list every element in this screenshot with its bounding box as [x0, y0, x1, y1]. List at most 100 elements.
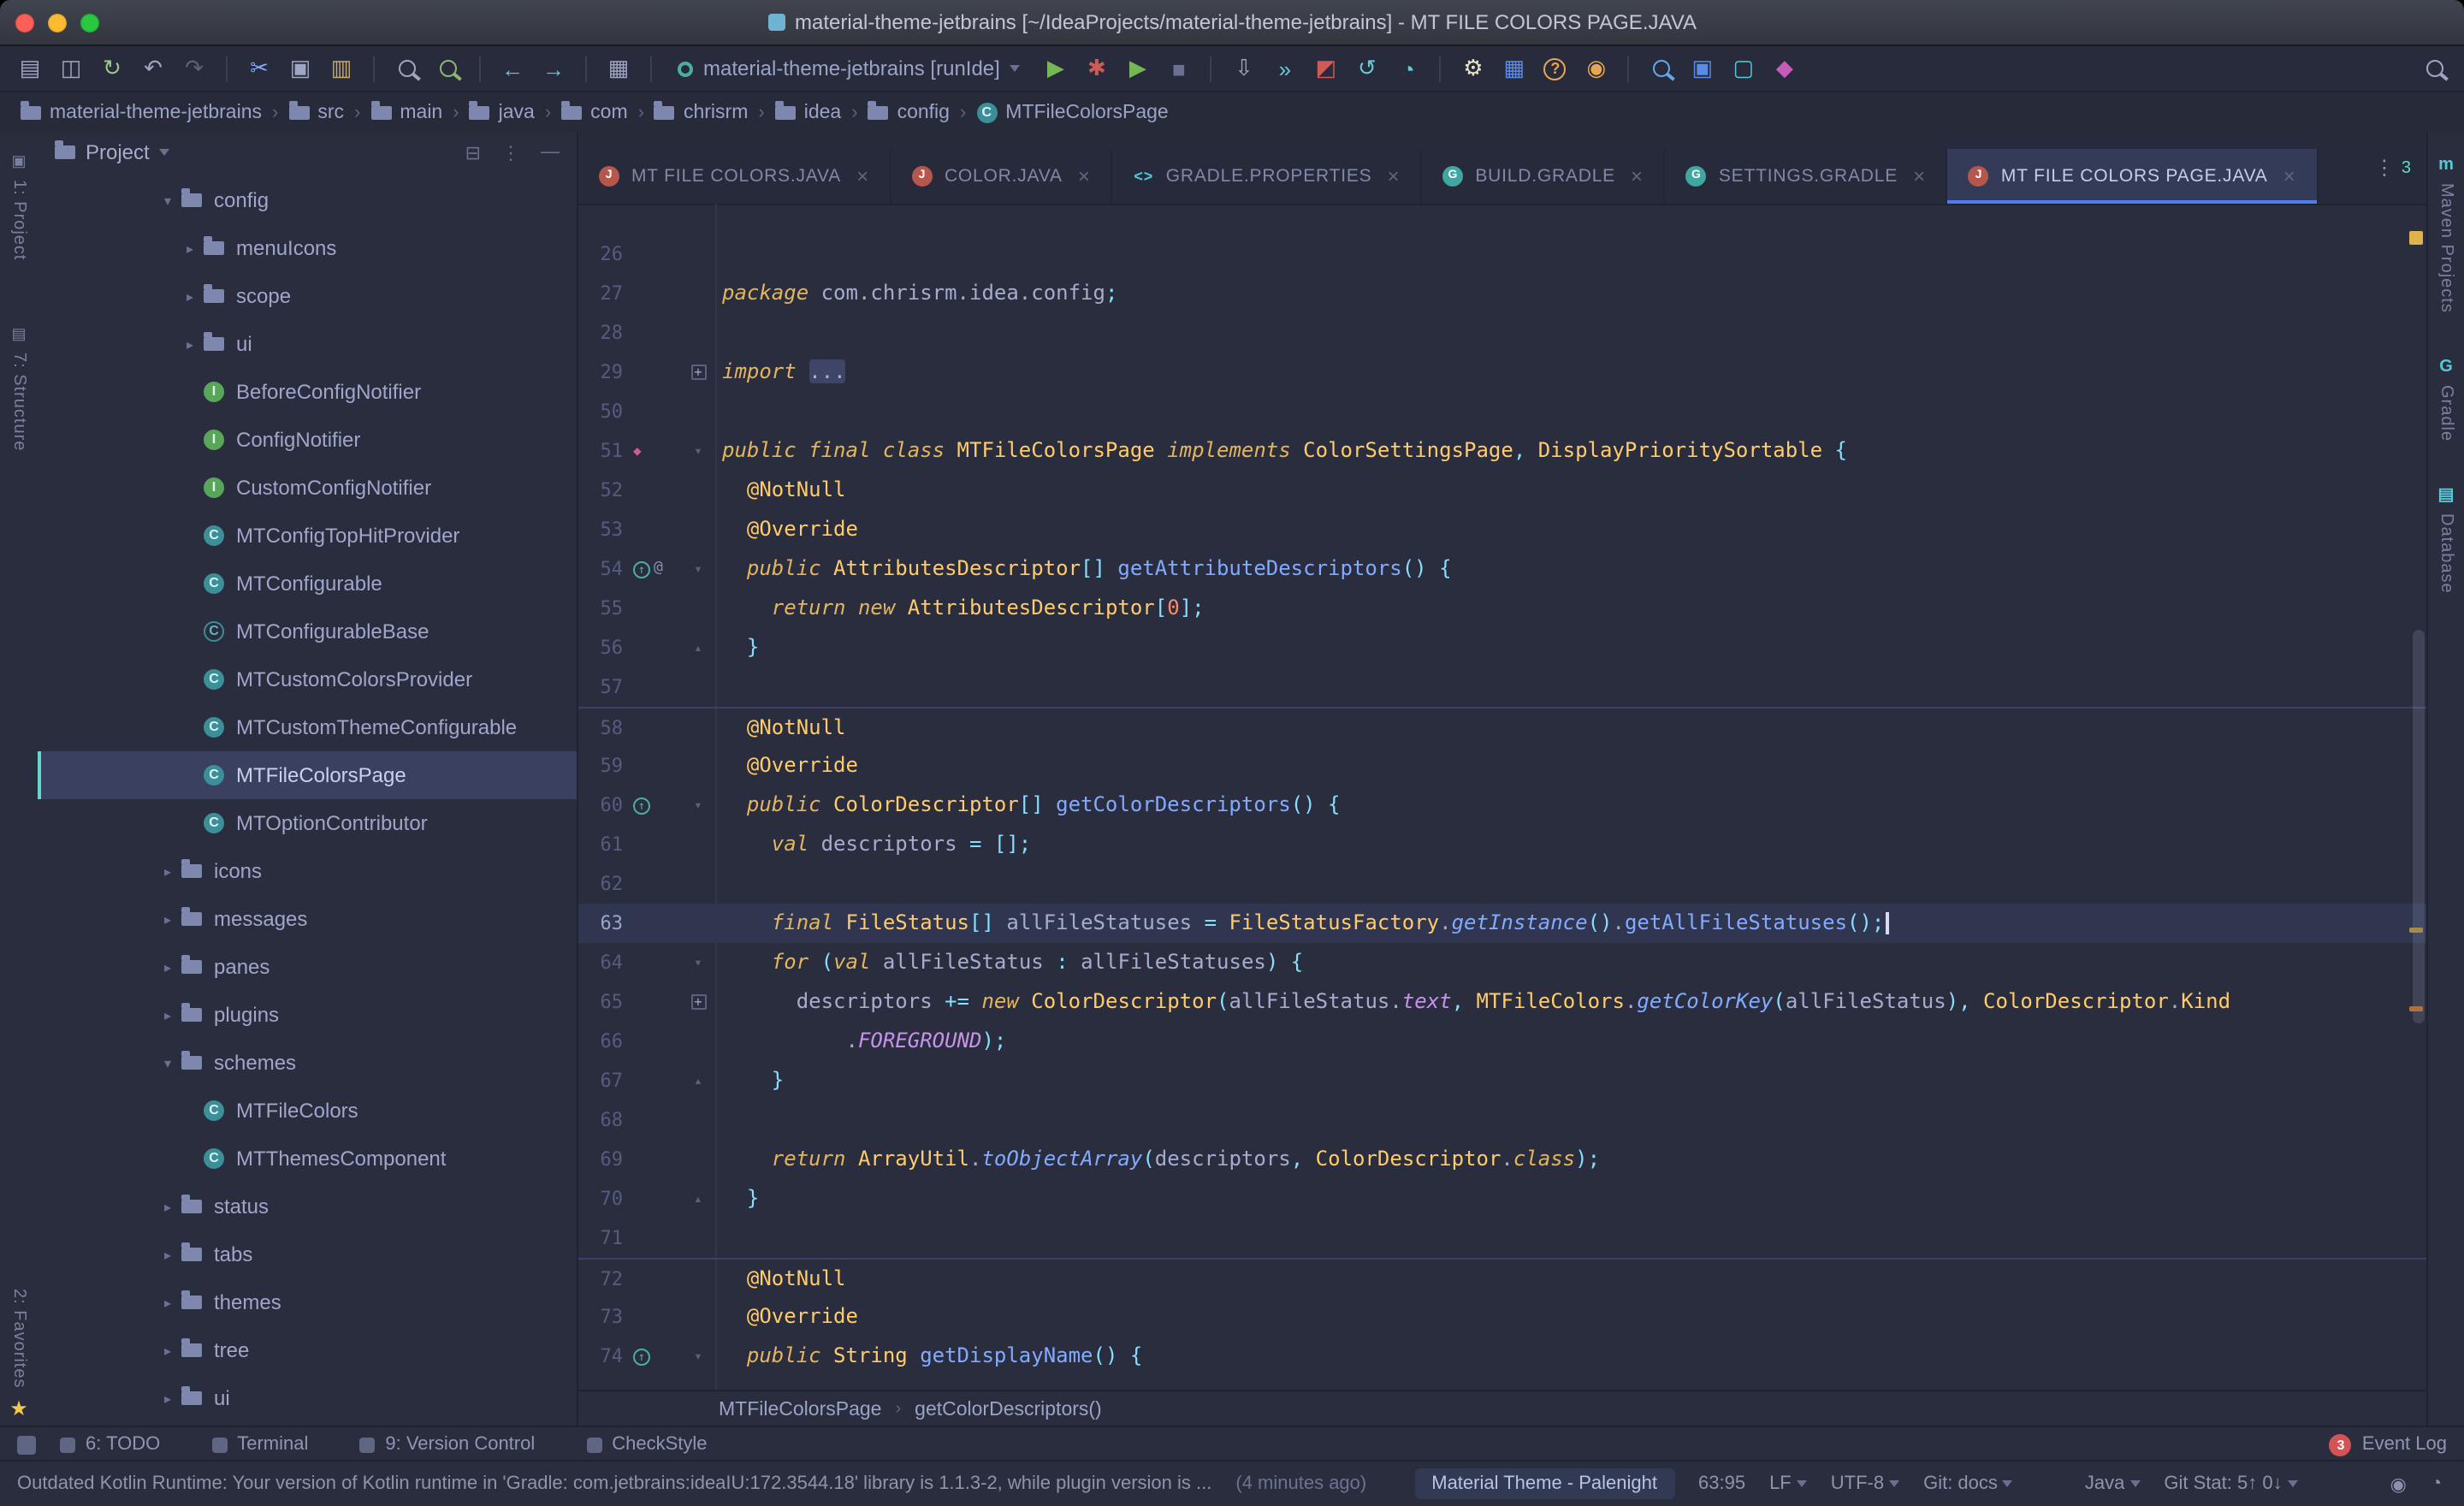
search-icon[interactable] — [2418, 52, 2450, 85]
code-line-26[interactable]: 26 — [578, 234, 2428, 274]
expand-arrow-icon[interactable]: ▸ — [157, 1390, 178, 1406]
code-line-61[interactable]: 61 val descriptors = []; — [578, 825, 2428, 864]
tool-button-favorites[interactable]: 2: Favorites ★ — [9, 1289, 28, 1428]
expand-arrow-icon[interactable]: ▸ — [157, 911, 178, 927]
forward-icon[interactable]: → — [537, 52, 570, 85]
web-icon[interactable]: ◉ — [1580, 52, 1613, 85]
expand-arrow-icon[interactable]: ▸ — [157, 863, 178, 879]
git-branch-widget[interactable]: Git: docs — [1923, 1473, 2013, 1494]
copy-icon[interactable]: ▣ — [284, 52, 317, 85]
expand-arrow-icon[interactable]: ▸ — [157, 1343, 178, 1358]
fold-marker-icon[interactable]: ▾ — [681, 431, 715, 471]
close-tab-icon[interactable]: × — [1388, 164, 1401, 188]
error-stripe-warning-mark[interactable] — [2409, 231, 2423, 245]
code-editor[interactable]: 26 27 package com.chrisrm.idea.config; 28 29… — [578, 204, 2428, 1391]
status-message[interactable]: Outdated Kotlin Runtime: Your version of… — [17, 1473, 1211, 1494]
editor-tab-mt-file-colors-page-java[interactable]: J MT FILE COLORS PAGE.JAVA × — [1947, 149, 2319, 204]
settings-gear-icon[interactable]: ⚙ — [1457, 52, 1490, 85]
tree-item-schemes[interactable]: ▾ schemes — [38, 1039, 577, 1087]
tree-item-ui[interactable]: ▸ ui — [38, 320, 577, 368]
plugins-icon[interactable]: ◆ — [1768, 52, 1801, 85]
modules-icon[interactable]: ▢ — [1727, 52, 1760, 85]
code-line-27[interactable]: 27 package com.chrisrm.idea.config; — [578, 274, 2428, 313]
fold-marker-icon[interactable]: + — [681, 353, 715, 392]
breadcrumb-item-java[interactable]: java — [469, 101, 535, 123]
code-line-55[interactable]: 55 return new AttributesDescriptor[0]; — [578, 589, 2428, 628]
breadcrumb-item-src[interactable]: src — [288, 101, 344, 123]
git-stat-widget[interactable]: Git Stat: 5↑ 0↓ — [2164, 1473, 2298, 1494]
code-line-65[interactable]: 65 + descriptors += new ColorDescriptor(a… — [578, 982, 2428, 1022]
editor-tab-settings-gradle[interactable]: G SETTINGS.GRADLE × — [1666, 149, 1948, 204]
breadcrumb-item-mtfilecolorspage[interactable]: C MTFileColorsPage — [976, 103, 1169, 123]
project-panel-title[interactable]: Project — [55, 140, 170, 164]
structure-icon[interactable]: ▣ — [1686, 52, 1719, 85]
tree-item-messages[interactable]: ▸ messages — [38, 895, 577, 943]
code-line-29[interactable]: 29 + import ... — [578, 353, 2428, 392]
help-icon[interactable]: ? — [1539, 52, 1572, 85]
line-separator-widget[interactable]: LF — [1769, 1473, 1807, 1494]
tool-button-database[interactable]: ▤ Database — [2437, 486, 2455, 594]
code-line-57[interactable]: 57 — [578, 667, 2428, 707]
code-line-71[interactable]: 71 — [578, 1218, 2428, 1258]
fold-marker-icon[interactable]: ▴ — [681, 1061, 715, 1100]
run-configuration-select[interactable]: material-theme-jetbrains [runIde] — [678, 56, 1021, 80]
run-console-icon[interactable]: » — [1269, 52, 1301, 85]
code-line-58[interactable]: 58 @NotNull — [578, 707, 2428, 746]
local-history-icon[interactable]: ◔ — [1392, 52, 1424, 85]
breadcrumb-item-config[interactable]: config — [868, 101, 950, 123]
editor-tab-mt-file-colors-java[interactable]: J MT FILE COLORS.JAVA × — [578, 149, 891, 204]
error-stripe-mark[interactable] — [2409, 1006, 2423, 1011]
collapse-arrow-icon[interactable]: ▾ — [157, 193, 178, 208]
tree-item-mtconfigurablebase[interactable]: C MTConfigurableBase — [38, 608, 577, 655]
tool-button-event-log[interactable]: 3 Event Log — [2329, 1433, 2447, 1456]
code-line-69[interactable]: 69 return ArrayUtil.toObjectArray(descri… — [578, 1140, 2428, 1179]
fold-marker-icon[interactable]: ▴ — [681, 1179, 715, 1218]
compile-project-icon[interactable]: ▦ — [602, 52, 635, 85]
editor-scrollbar[interactable] — [2413, 630, 2425, 1023]
code-line-68[interactable]: 68 — [578, 1100, 2428, 1140]
background-tasks-icon[interactable]: ◔ — [2431, 1473, 2442, 1494]
expand-arrow-icon[interactable]: ▸ — [157, 1007, 178, 1023]
tree-item-tabs[interactable]: ▸ tabs — [38, 1230, 577, 1278]
code-line-73[interactable]: 73 @Override — [578, 1297, 2428, 1337]
language-widget[interactable]: Java — [2085, 1473, 2141, 1494]
zoom-window-button[interactable] — [80, 13, 99, 32]
install-plugin-icon[interactable]: ⇩ — [1228, 52, 1260, 85]
panel-options-icon[interactable]: ⋮ — [501, 141, 520, 163]
back-icon[interactable]: ← — [496, 52, 529, 85]
close-tab-icon[interactable]: × — [1631, 164, 1644, 188]
tree-item-confignotifier[interactable]: I ConfigNotifier — [38, 416, 577, 464]
close-tab-icon[interactable]: × — [1078, 164, 1091, 188]
code-line-59[interactable]: 59 @Override — [578, 746, 2428, 786]
fold-marker-icon[interactable]: ▾ — [681, 943, 715, 982]
stop-icon[interactable]: ■ — [1163, 52, 1195, 85]
run-icon[interactable]: ▶ — [1040, 52, 1072, 85]
tree-item-tree[interactable]: ▸ tree — [38, 1326, 577, 1374]
code-line-64[interactable]: 64 ▾ for (val allFileStatus : allFileStat… — [578, 943, 2428, 982]
tree-item-mtthemescomponent[interactable]: C MTThemesComponent — [38, 1135, 577, 1183]
attach-debugger-icon[interactable]: ◩ — [1310, 52, 1342, 85]
tree-item-beforeconfignotifier[interactable]: I BeforeConfigNotifier — [38, 368, 577, 416]
save-all-icon[interactable]: ◫ — [55, 52, 87, 85]
tool-button-maven[interactable]: m Maven Projects — [2437, 156, 2455, 313]
restart-icon[interactable]: ↺ — [1351, 52, 1383, 85]
expand-arrow-icon[interactable]: ▸ — [180, 288, 200, 304]
close-tab-icon[interactable]: × — [2283, 164, 2296, 188]
breadcrumb-item-material-theme-jetbrains[interactable]: material-theme-jetbrains — [21, 101, 262, 123]
expand-arrow-icon[interactable]: ▸ — [180, 336, 200, 352]
code-line-74[interactable]: 74 ↑ ▾ public String getDisplayName() { — [578, 1337, 2428, 1376]
fold-marker-icon[interactable]: ▾ — [681, 549, 715, 589]
breadcrumb-method[interactable]: getColorDescriptors() — [915, 1399, 1102, 1420]
class-marker-icon[interactable]: ◆ — [633, 431, 642, 471]
theme-name-widget[interactable]: Material Theme - Palenight — [1414, 1468, 1674, 1499]
fold-marker-icon[interactable]: ▾ — [681, 1337, 715, 1376]
collapse-all-icon[interactable]: ⊟ — [465, 141, 481, 163]
code-line-28[interactable]: 28 — [578, 313, 2428, 353]
close-tab-icon[interactable]: × — [1913, 164, 1926, 188]
tool-button-terminal[interactable]: Terminal — [211, 1434, 308, 1455]
breadcrumb-item-com[interactable]: com — [561, 101, 628, 123]
code-line-67[interactable]: 67 ▴ } — [578, 1061, 2428, 1100]
paste-icon[interactable]: ▥ — [325, 52, 358, 85]
tree-item-mtfilecolorspage[interactable]: C MTFileColorsPage — [38, 751, 577, 799]
collapse-arrow-icon[interactable]: ▾ — [157, 1055, 178, 1070]
